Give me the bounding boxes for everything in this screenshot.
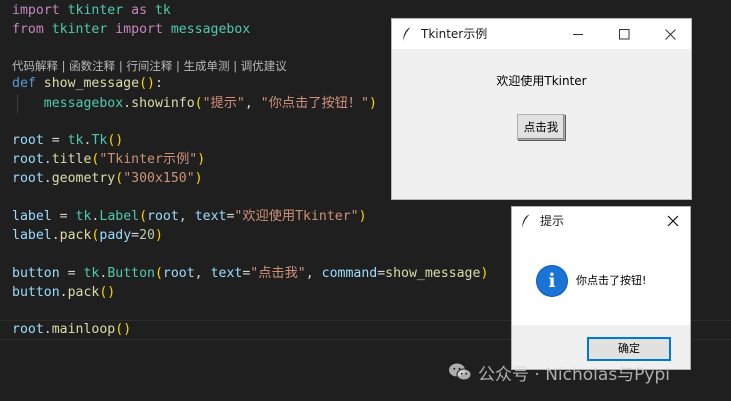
string-arg: "提示": [202, 96, 245, 111]
ok-button[interactable]: 确定: [587, 337, 671, 361]
window-titlebar[interactable]: Tkinter示例: [392, 19, 691, 49]
variable: button: [12, 285, 60, 300]
minimize-button[interactable]: [555, 19, 601, 49]
maximize-button[interactable]: [601, 19, 647, 49]
method-name: geometry: [51, 171, 116, 186]
method-name: pack: [67, 285, 100, 300]
code-line-14: button = tk.Button(root, text="点击我", com…: [12, 266, 489, 281]
class-name: Tk: [91, 133, 108, 148]
ai-code-lens-hint[interactable]: 代码解释 | 函数注释 | 行间注释 | 生成单测 | 调优建议: [12, 58, 287, 74]
keyword-arg: text: [210, 266, 243, 281]
argument: root: [162, 266, 195, 281]
tkinter-window[interactable]: Tkinter示例 欢迎使用Tkinter 点击我: [391, 18, 692, 200]
feather-icon: [522, 214, 530, 228]
click-me-button[interactable]: 点击我: [517, 114, 565, 140]
code-line-12: label.pack(pady=20): [12, 228, 163, 243]
variable: root: [12, 322, 44, 337]
module-name: tkinter: [51, 22, 108, 37]
watermark-text: 公众号 · Nicholas与Pypi: [478, 364, 670, 385]
imported-name: messagebox: [170, 22, 251, 37]
string-arg: "Tkinter示例": [99, 152, 198, 167]
argument: root: [147, 209, 179, 224]
string-arg: "你点击了按钮！": [260, 96, 369, 111]
keyword-arg: pady: [99, 228, 132, 243]
code-line-8: root.title("Tkinter示例"): [12, 152, 206, 167]
close-icon: [667, 215, 679, 227]
wechat-icon: [449, 363, 472, 381]
feather-icon: [403, 27, 411, 41]
info-dialog[interactable]: 提示 i 你点击了按钮! 确定: [511, 206, 691, 370]
dialog-message: 你点击了按钮!: [576, 274, 647, 287]
module-ref: tk: [83, 266, 100, 281]
code-line-9: root.geometry("300x150"): [12, 171, 203, 186]
window-title: Tkinter示例: [421, 27, 488, 41]
colon: :: [154, 76, 163, 91]
module-name: tkinter: [67, 3, 124, 18]
number-arg: 20: [139, 228, 155, 243]
variable: root: [12, 152, 44, 167]
string-arg: "300x150": [123, 171, 195, 186]
class-name: Label: [99, 209, 140, 224]
variable: root: [12, 133, 44, 148]
function-ref: show_message: [385, 266, 481, 281]
keyword-arg: text: [194, 209, 227, 224]
code-line-17: root.mainloop(): [12, 322, 132, 337]
code-line-1: import tkinter as tk: [12, 1, 171, 20]
close-button[interactable]: [647, 19, 693, 49]
keyword-as: as: [131, 3, 148, 18]
maximize-icon: [618, 28, 629, 39]
welcome-label: 欢迎使用Tkinter: [496, 74, 587, 88]
object-name: messagebox: [43, 96, 124, 111]
code-line-15: button.pack(): [12, 285, 116, 300]
method-name: pack: [59, 228, 92, 243]
variable: root: [12, 171, 44, 186]
info-icon: i: [537, 266, 567, 296]
keyword-def: def: [12, 76, 36, 91]
string-arg: "点击我": [250, 266, 306, 281]
method-name: showinfo: [131, 96, 195, 111]
code-line-7: root = tk.Tk(): [12, 133, 124, 148]
module-ref: tk: [75, 209, 92, 224]
module-ref: tk: [67, 133, 84, 148]
keyword-from: from: [12, 22, 44, 37]
function-name: show_message: [43, 76, 140, 91]
variable: button: [12, 266, 60, 281]
variable: label: [12, 209, 52, 224]
string-arg: "欢迎使用Tkinter": [234, 209, 359, 224]
keyword-import: import: [12, 3, 60, 18]
code-line-2: from tkinter import messagebox: [12, 20, 250, 39]
keyword-arg: command: [321, 266, 378, 281]
method-name: mainloop: [51, 322, 116, 337]
method-name: title: [51, 152, 92, 167]
code-line-4: def show_message():: [12, 76, 163, 91]
dialog-close-button[interactable]: [660, 209, 686, 233]
minimize-icon: [572, 33, 583, 35]
watermark: 公众号 · Nicholas与Pypi: [448, 360, 670, 385]
keyword-import: import: [115, 22, 163, 37]
module-alias: tk: [154, 3, 171, 18]
class-name: Button: [107, 266, 155, 281]
code-line-5: messagebox.showinfo("提示", "你点击了按钮！"): [43, 96, 377, 111]
code-line-11: label = tk.Label(root, text="欢迎使用Tkinter…: [12, 209, 367, 224]
dialog-titlebar[interactable]: 提示: [512, 207, 690, 235]
variable: label: [12, 228, 52, 243]
close-icon: [664, 28, 676, 40]
dialog-title: 提示: [540, 214, 565, 228]
